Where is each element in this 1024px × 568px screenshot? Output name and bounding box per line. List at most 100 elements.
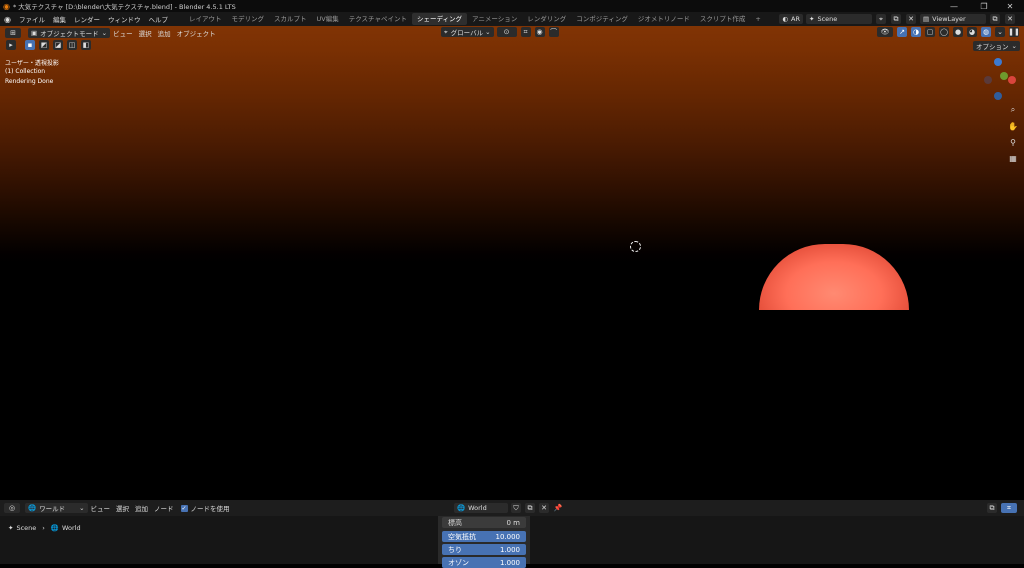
editor-type-icon[interactable]: ⊞ (5, 27, 21, 38)
solid-shading-icon[interactable]: ● (953, 27, 963, 37)
new-scene-icon[interactable]: ⧉ (891, 14, 901, 24)
menu-render[interactable]: レンダー (70, 14, 104, 24)
select-intersect-icon[interactable]: ◧ (81, 40, 91, 50)
menu-add[interactable]: 追加 (155, 28, 174, 38)
tab-layout[interactable]: レイアウト (184, 13, 227, 25)
node-overlay-icon[interactable]: ⧉ (987, 503, 997, 513)
toolbar-toggle-icon[interactable]: ▸ (6, 40, 16, 50)
sky-texture-node-panel: 標高 0 m 空気抵抗 10.000 ちり 1.000 オゾン 1.000 (438, 516, 530, 568)
options-dropdown[interactable]: オプション ⌄ (973, 41, 1020, 51)
dust-density-value: 1.000 (499, 545, 520, 554)
menu-select[interactable]: 選択 (136, 28, 155, 38)
x-axis-dot[interactable] (1008, 76, 1016, 84)
tab-uv-editing[interactable]: UV編集 (311, 13, 343, 25)
perspective-grid-icon[interactable]: ▦ (1007, 152, 1019, 164)
tab-modeling[interactable]: モデリング (226, 13, 269, 25)
tab-geometry-nodes[interactable]: ジオメトリノード (633, 13, 695, 25)
ar-label: AR (791, 15, 800, 23)
menu-view[interactable]: ビュー (110, 28, 136, 38)
tab-animation[interactable]: アニメーション (467, 13, 522, 25)
mode-selector[interactable]: ▣ オブジェクトモード ⌄ (28, 27, 111, 38)
use-nodes-checkbox[interactable]: ✓ (180, 504, 188, 512)
material-shading-icon[interactable]: ◕ (967, 27, 977, 37)
node-menu-node[interactable]: ノード (151, 503, 177, 513)
tab-compositing[interactable]: コンポジティング (571, 13, 633, 25)
neg-z-axis-dot[interactable] (994, 92, 1002, 100)
new-world-icon[interactable]: ⧉ (525, 503, 535, 513)
wireframe-shading-icon[interactable]: ◯ (939, 27, 949, 37)
maximize-button[interactable]: ❐ (974, 0, 994, 12)
select-invert-icon[interactable]: ◫ (67, 40, 77, 50)
unlink-world-icon[interactable]: ✕ (539, 503, 549, 513)
pin-icon[interactable]: 📌 (553, 503, 563, 513)
blender-menu-icon[interactable]: ◉ (4, 15, 11, 24)
proportional-edit-icon[interactable]: ◉ (534, 27, 545, 37)
camera-view-icon[interactable]: ⚲ (1007, 136, 1019, 148)
rendered-shading-icon[interactable]: ◍ (981, 27, 991, 37)
node-menu-view[interactable]: ビュー (88, 503, 114, 513)
z-axis-dot[interactable] (994, 58, 1002, 66)
scene-selector[interactable]: ✦ Scene (806, 14, 872, 24)
tab-scripting[interactable]: スクリプト作成 (695, 13, 751, 25)
close-button[interactable]: ✕ (1000, 0, 1020, 12)
elevation-field[interactable]: 標高 0 m (442, 517, 526, 528)
minimize-button[interactable]: — (944, 0, 964, 12)
tab-rendering[interactable]: レンダリング (522, 13, 571, 25)
overlay-toggle-icon[interactable]: ◑ (911, 27, 921, 37)
new-view-layer-icon[interactable]: ⧉ (990, 14, 1000, 24)
shader-type-label: ワールド (39, 505, 66, 513)
window-title: * 大気テクスチャ [D:\blender\大気テクスチャ.blend] - B… (12, 3, 236, 11)
add-workspace-button[interactable]: + (750, 13, 765, 25)
menu-edit[interactable]: 編集 (49, 14, 70, 24)
pause-render-icon[interactable]: ❚❚ (1008, 27, 1020, 37)
options-label: オプション (976, 43, 1009, 51)
falloff-icon[interactable]: ⌒ (548, 27, 559, 37)
select-extend-icon[interactable]: ◩ (39, 40, 49, 50)
menu-file[interactable]: ファイル (15, 14, 49, 24)
zoom-icon[interactable]: ⌕ (1007, 104, 1019, 116)
select-new-icon[interactable]: ▪ (25, 40, 35, 50)
fake-user-shield-icon[interactable]: ⛉ (511, 503, 521, 513)
scene-pin-icon[interactable]: ⌖ (876, 14, 886, 24)
tab-sculpt[interactable]: スカルプト (269, 13, 312, 25)
node-editor-area[interactable]: ✦ Scene › 🌐 World 標高 0 m 空気抵抗 10.000 ちり 1.0… (0, 516, 1024, 568)
transform-orientation-selector[interactable]: ⌖ グローバル ⌄ (441, 27, 494, 37)
node-snap-icon[interactable]: ⌗ (1001, 503, 1017, 513)
world-icon: 🌐 (28, 504, 37, 512)
air-density-value: 10.000 (495, 532, 521, 541)
y-axis-dot[interactable] (1000, 72, 1008, 80)
node-menu-select[interactable]: 選択 (113, 503, 132, 513)
editor-type-icon[interactable]: ◎ (4, 503, 20, 513)
shading-options-icon[interactable]: ⌄ (995, 27, 1005, 37)
3d-cursor-icon[interactable] (630, 241, 641, 252)
tab-texture-paint[interactable]: テクスチャペイント (344, 13, 412, 25)
scene-icon: ✦ (809, 15, 815, 23)
snap-icon[interactable]: ⌗ (520, 27, 531, 37)
ar-toggle[interactable]: ◐ AR (779, 14, 803, 24)
delete-view-layer-icon[interactable]: ✕ (1005, 14, 1015, 24)
menu-window[interactable]: ウィンドウ (104, 14, 145, 24)
delete-scene-icon[interactable]: ✕ (906, 14, 916, 24)
node-menu-add[interactable]: 追加 (132, 503, 151, 513)
ozone-density-field[interactable]: オゾン 1.000 (442, 557, 526, 568)
shader-type-selector[interactable]: 🌐 ワールド ⌄ (25, 503, 88, 513)
scene-icon: ✦ (8, 524, 14, 532)
world-icon: 🌐 (50, 524, 59, 532)
pivot-point-icon[interactable]: ⊙ (496, 27, 517, 37)
tab-shading[interactable]: シェーディング (411, 13, 467, 25)
orientation-label: グローバル (450, 29, 484, 37)
air-density-field[interactable]: 空気抵抗 10.000 (442, 531, 526, 542)
xray-icon[interactable]: ▢ (925, 27, 935, 37)
pan-hand-icon[interactable]: ✋ (1007, 120, 1019, 132)
gizmo-toggle-icon[interactable]: ↗ (897, 27, 907, 37)
neg-x-axis-dot[interactable] (984, 76, 992, 84)
3d-viewport[interactable]: ⊞ ▣ オブジェクトモード ⌄ ビュー 選択 追加 オブジェクト ⌖ グローバル ⌄ ⊙… (0, 26, 1024, 500)
dust-density-field[interactable]: ちり 1.000 (442, 544, 526, 555)
view-layer-selector[interactable]: ▤ ViewLayer (920, 14, 986, 24)
menu-help[interactable]: ヘルプ (144, 14, 172, 24)
menu-object[interactable]: オブジェクト (174, 28, 219, 38)
visibility-icon[interactable]: 👁 (877, 27, 893, 37)
navigation-gizmo[interactable] (978, 58, 1018, 100)
world-selector[interactable]: 🌐 World (454, 503, 508, 513)
select-subtract-icon[interactable]: ◪ (53, 40, 63, 50)
